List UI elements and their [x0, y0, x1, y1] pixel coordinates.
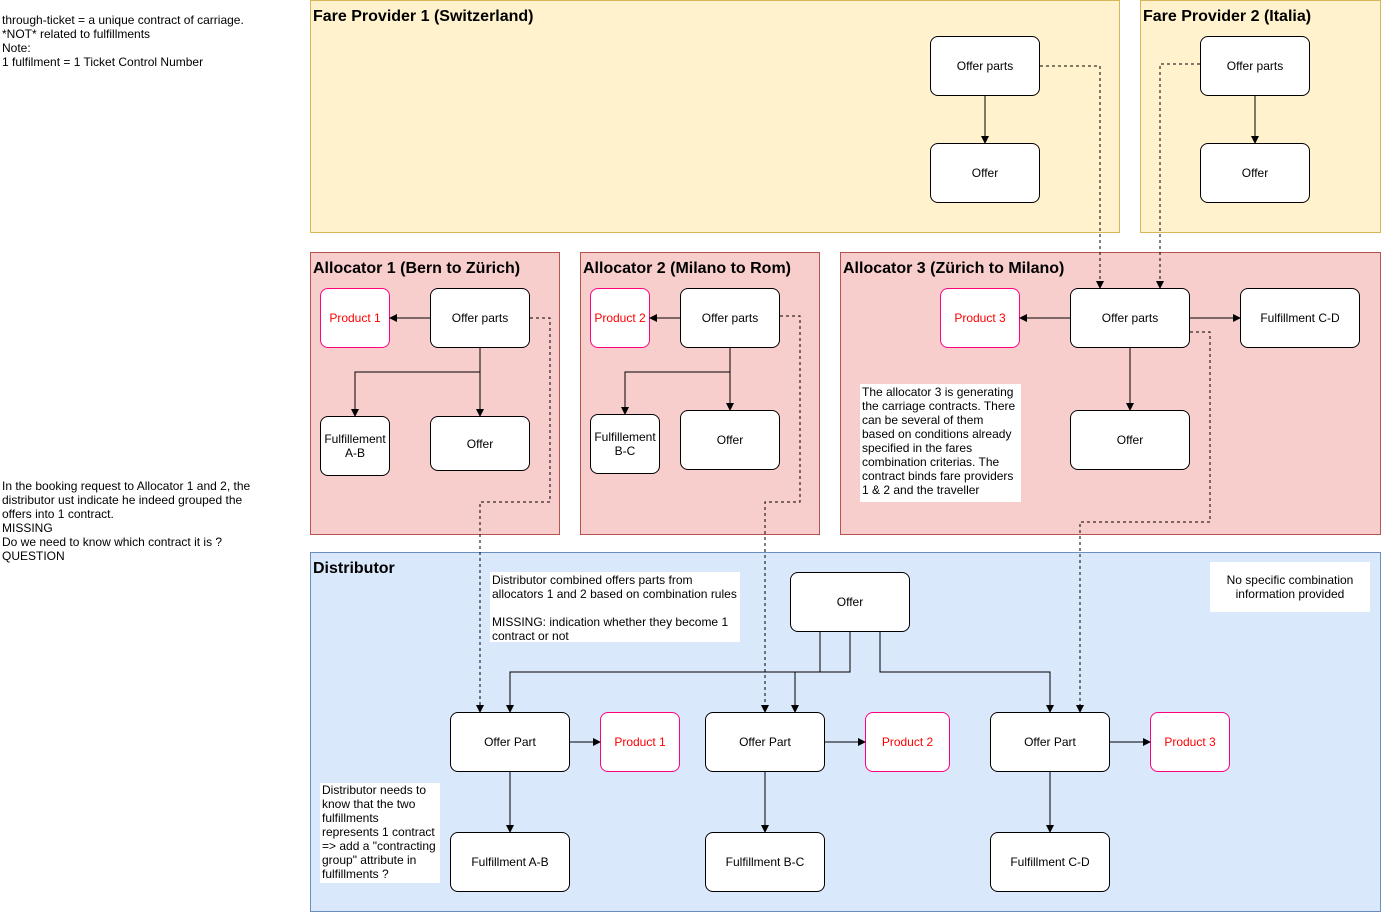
fp1-offer[interactable]: Offer [930, 143, 1040, 203]
a2-offer-parts[interactable]: Offer parts [680, 288, 780, 348]
note-through-ticket: through-ticket = a unique contract of ca… [2, 13, 244, 69]
note-booking-request: In the booking request to Allocator 1 an… [2, 479, 251, 563]
a3-offer-parts[interactable]: Offer parts [1070, 288, 1190, 348]
a2-fulfillment[interactable]: Fulfillement B-C [590, 414, 660, 474]
fp2-offer[interactable]: Offer [1200, 143, 1310, 203]
a2-offer[interactable]: Offer [680, 410, 780, 470]
a1-product[interactable]: Product 1 [320, 288, 390, 348]
distributor-offer-part-1[interactable]: Offer Part [450, 712, 570, 772]
distributor-fulfillment-1[interactable]: Fulfillment A-B [450, 832, 570, 892]
distributor-product-3[interactable]: Product 3 [1150, 712, 1230, 772]
distributor-combined-note: Distributor combined offers parts from a… [490, 572, 740, 643]
distributor-offer[interactable]: Offer [790, 572, 910, 632]
a1-offer[interactable]: Offer [430, 416, 530, 471]
a1-fulfillment[interactable]: Fulfillement A-B [320, 416, 390, 476]
group-title: Allocator 3 (Zürich to Milano) [843, 260, 1065, 277]
a3-offer[interactable]: Offer [1070, 410, 1190, 470]
fp1-offer-parts[interactable]: Offer parts [930, 36, 1040, 96]
allocator-3-note: The allocator 3 is generating the carria… [860, 384, 1021, 502]
distributor-fulfillment-2[interactable]: Fulfillment B-C [705, 832, 825, 892]
distributor-fulfillment-3[interactable]: Fulfillment C-D [990, 832, 1110, 892]
distributor-fulfillments-note: Distributor needs to know that the two f… [320, 783, 440, 883]
distributor-offer-part-3[interactable]: Offer Part [990, 712, 1110, 772]
a3-fulfillment[interactable]: Fulfillment C-D [1240, 288, 1360, 348]
a1-offer-parts[interactable]: Offer parts [430, 288, 530, 348]
distributor-product-2[interactable]: Product 2 [865, 712, 950, 772]
distributor-offer-part-2[interactable]: Offer Part [705, 712, 825, 772]
no-combination-note: No specific combination information prov… [1210, 562, 1370, 612]
group-title: Allocator 1 (Bern to Zürich) [313, 260, 521, 277]
distributor-product-1[interactable]: Product 1 [600, 712, 680, 772]
fp2-offer-parts[interactable]: Offer parts [1200, 36, 1310, 96]
a2-product[interactable]: Product 2 [590, 288, 650, 348]
group-title: Allocator 2 (Milano to Rom) [583, 260, 791, 277]
group-title: Fare Provider 1 (Switzerland) [313, 8, 534, 25]
group-title: Fare Provider 2 (Italia) [1143, 8, 1312, 25]
group-title: Distributor [313, 560, 395, 577]
a3-product[interactable]: Product 3 [940, 288, 1020, 348]
